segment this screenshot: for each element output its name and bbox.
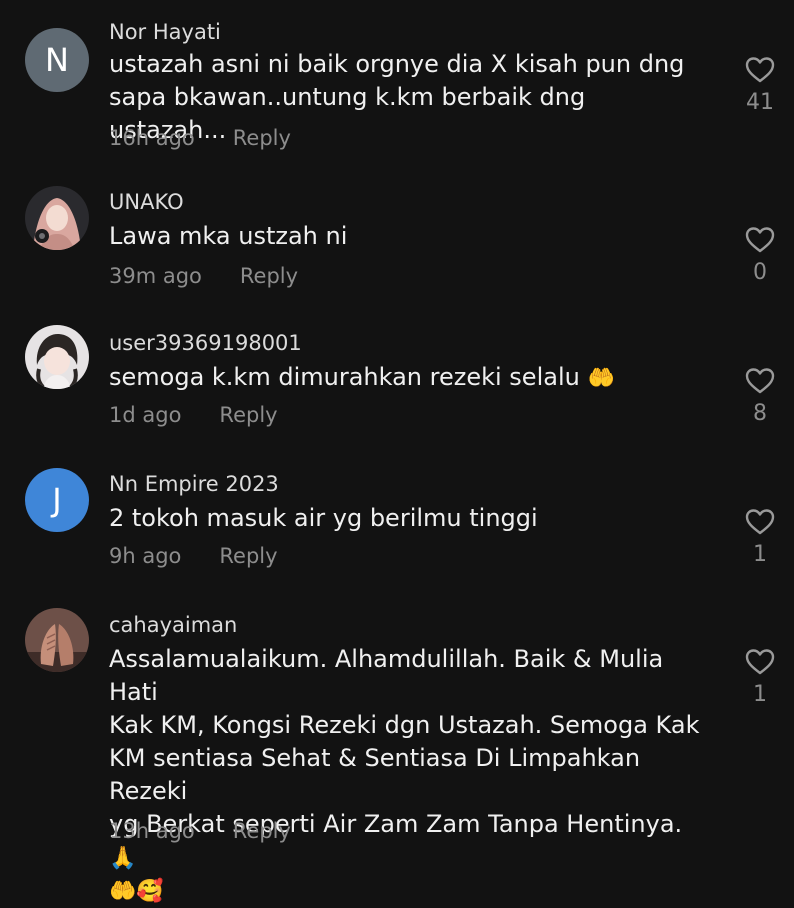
reply-button[interactable]: Reply (219, 403, 277, 427)
comment-meta: 1d ago Reply (109, 403, 278, 427)
reply-button[interactable]: Reply (219, 544, 277, 568)
avatar[interactable] (25, 186, 89, 250)
comment-text: Lawa mka ustzah ni (109, 222, 348, 250)
comment-username[interactable]: Nor Hayati (109, 20, 221, 44)
like-button[interactable]: 0 (740, 226, 780, 285)
comment-meta: 9h ago Reply (109, 544, 278, 568)
comment-meta: 13h ago Reply (109, 819, 291, 843)
like-button[interactable]: 1 (740, 508, 780, 567)
comment-text: semoga k.km dimurahkan rezeki selalu 🤲 (109, 363, 615, 391)
open-hands-emoji: 🤲 (587, 366, 615, 391)
comment-time: 16h ago (109, 126, 195, 150)
comment-username[interactable]: user39369198001 (109, 331, 302, 355)
reply-button[interactable]: Reply (240, 264, 298, 288)
comment-time: 1d ago (109, 403, 182, 427)
avatar[interactable]: J (25, 468, 89, 532)
heart-outline-icon (745, 649, 775, 675)
comment-meta: 16h ago Reply (109, 126, 291, 150)
comment-meta: 39m ago Reply (109, 264, 298, 288)
like-count: 8 (753, 401, 767, 426)
like-count: 41 (746, 90, 774, 115)
comment-time: 9h ago (109, 544, 182, 568)
comment-username[interactable]: cahayaiman (109, 613, 237, 637)
comment-text: 2 tokoh masuk air yg berilmu tinggi (109, 504, 538, 532)
comment-username[interactable]: Nn Empire 2023 (109, 472, 279, 496)
hands-and-smiling-face-emoji: 🤲🥰 (109, 879, 164, 904)
profile-photo-girl (25, 325, 89, 389)
comment-username[interactable]: UNAKO (109, 190, 184, 214)
like-count: 1 (753, 682, 767, 707)
profile-photo-hijab-woman (25, 186, 89, 250)
avatar[interactable]: N (25, 28, 89, 92)
like-button[interactable]: 41 (740, 56, 780, 115)
heart-outline-icon (745, 509, 775, 535)
heart-outline-icon (745, 57, 775, 83)
heart-outline-icon (745, 368, 775, 394)
reply-button[interactable]: Reply (233, 819, 291, 843)
comment-text: Assalamualaikum. Alhamdulillah. Baik & M… (109, 643, 709, 908)
avatar[interactable] (25, 608, 89, 672)
comment-time: 13h ago (109, 819, 195, 843)
heart-outline-icon (745, 227, 775, 253)
comment-time: 39m ago (109, 264, 202, 288)
like-count: 1 (753, 542, 767, 567)
reply-button[interactable]: Reply (233, 126, 291, 150)
like-button[interactable]: 8 (740, 367, 780, 426)
avatar[interactable] (25, 325, 89, 389)
like-count: 0 (753, 260, 767, 285)
profile-photo-praying-hands (25, 608, 89, 672)
like-button[interactable]: 1 (740, 648, 780, 707)
